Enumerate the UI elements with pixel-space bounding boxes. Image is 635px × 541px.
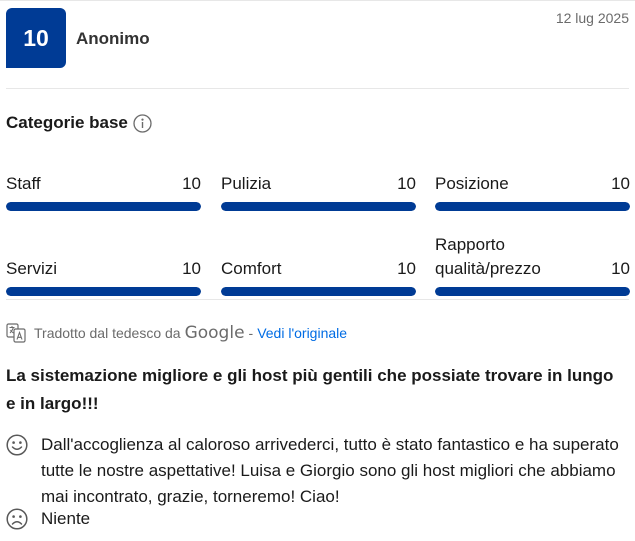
category-posizione: Posizione 10	[435, 150, 630, 211]
category-label: Rapporto qualità/prezzo	[435, 235, 541, 278]
category-label: Posizione	[435, 174, 509, 193]
header-divider	[6, 88, 629, 89]
category-score: 10	[182, 259, 201, 278]
category-bar-fill	[435, 287, 630, 296]
category-label: Comfort	[221, 259, 282, 278]
categories-divider	[6, 299, 629, 300]
info-icon[interactable]	[133, 113, 152, 133]
category-bar	[6, 202, 201, 211]
top-divider	[0, 0, 635, 1]
category-rapporto-qualita-prezzo: Rapporto qualità/prezzo 10	[435, 235, 630, 296]
category-bar	[435, 287, 630, 296]
negative-text: Niente	[41, 509, 91, 528]
section-title: Categorie base	[6, 113, 152, 133]
translate-icon	[6, 323, 26, 343]
frown-icon	[6, 508, 28, 530]
translation-notice: Tradotto dal tedesco da Google - Vedi l'…	[6, 323, 347, 343]
category-bar	[6, 287, 201, 296]
smile-icon	[6, 434, 28, 456]
category-bar	[221, 202, 416, 211]
category-bar	[435, 202, 630, 211]
category-label: Staff	[6, 174, 41, 193]
category-servizi: Servizi 10	[6, 235, 201, 296]
category-bar-fill	[6, 202, 201, 211]
review-date: 12 lug 2025	[555, 10, 629, 26]
category-score: 10	[182, 174, 201, 193]
category-label: Pulizia	[221, 174, 272, 193]
category-bar-fill	[221, 202, 416, 211]
positive-comment: Dall'accoglienza al caloroso arrivederci…	[6, 432, 626, 510]
category-score: 10	[397, 259, 416, 278]
score-value: 10	[23, 24, 49, 51]
category-bar-fill	[6, 287, 201, 296]
category-score: 10	[611, 259, 630, 278]
category-label: Servizi	[6, 259, 58, 278]
category-staff: Staff 10	[6, 150, 201, 211]
reviewer-name: Anonimo	[76, 29, 150, 48]
translation-text: Tradotto dal tedesco da	[34, 325, 181, 341]
category-score: 10	[397, 174, 416, 193]
review-title: La sistemazione migliore e gli host più …	[6, 366, 614, 413]
positive-text: Dall'accoglienza al caloroso arrivederci…	[41, 435, 619, 506]
category-score: 10	[611, 174, 630, 193]
category-bar	[221, 287, 416, 296]
translation-separator: -	[248, 325, 254, 341]
view-original-link[interactable]: Vedi l'originale	[257, 325, 347, 341]
category-bar-fill	[435, 202, 630, 211]
negative-comment: Niente	[6, 506, 626, 532]
section-title-text: Categorie base	[6, 113, 128, 132]
category-comfort: Comfort 10	[221, 235, 416, 296]
score-badge: 10	[6, 8, 66, 68]
category-pulizia: Pulizia 10	[221, 150, 416, 211]
google-logo: Google	[184, 323, 245, 343]
category-bar-fill	[221, 287, 416, 296]
